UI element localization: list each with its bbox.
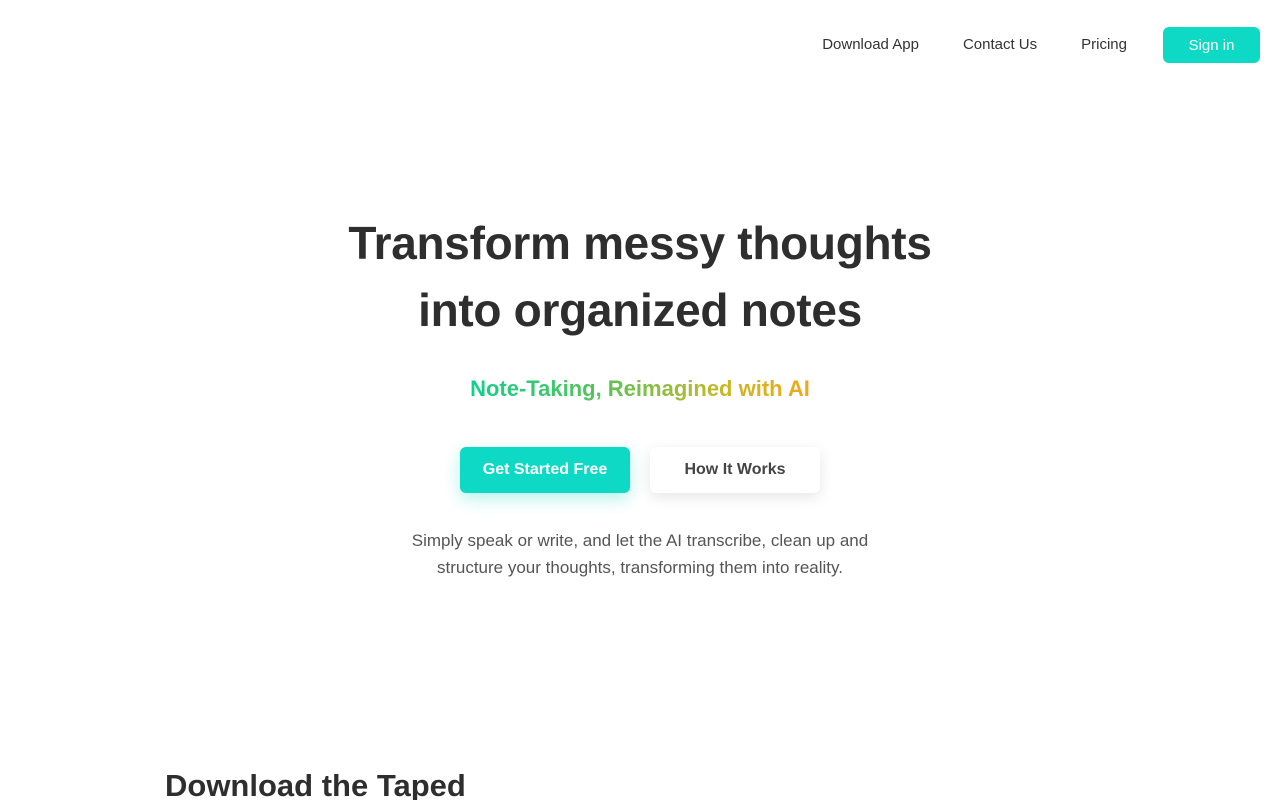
hero-title-line-1: Transform messy thoughts [348,217,932,269]
nav-link-pricing[interactable]: Pricing [1081,27,1127,63]
hero-section: Transform messy thoughts into organized … [0,210,1280,581]
download-section-heading: Download the Taped [165,768,466,800]
top-nav: Download App Contact Us Pricing Sign in [822,27,1260,63]
how-it-works-button[interactable]: How It Works [650,447,820,493]
cta-row: Get Started Free How It Works [0,447,1280,493]
nav-link-contact-us[interactable]: Contact Us [963,27,1037,63]
hero-tagline: Note-Taking, Reimagined with AI [470,374,810,404]
landing-page: Download App Contact Us Pricing Sign in … [0,0,1280,800]
nav-link-download-app[interactable]: Download App [822,27,919,63]
hero-description: Simply speak or write, and let the AI tr… [411,531,869,577]
hero-title: Transform messy thoughts into organized … [0,210,1280,344]
hero-title-line-2: into organized notes [418,284,862,336]
get-started-button[interactable]: Get Started Free [460,447,630,493]
sign-in-button[interactable]: Sign in [1163,27,1260,63]
